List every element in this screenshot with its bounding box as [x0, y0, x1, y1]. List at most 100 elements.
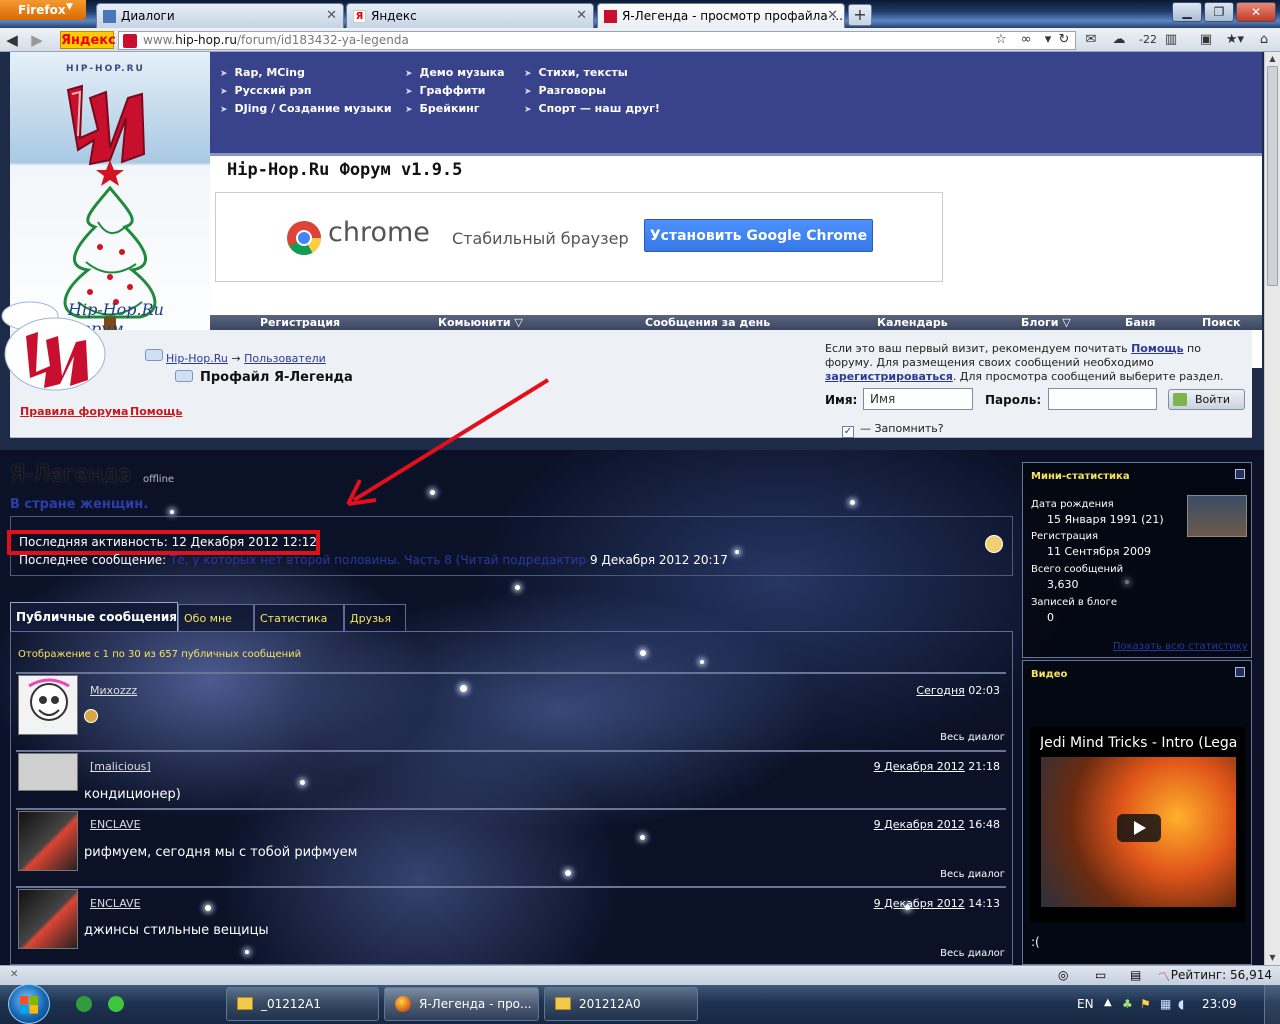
username-input[interactable]: Имя	[863, 388, 973, 410]
resize-icon[interactable]: ✕	[10, 969, 18, 980]
message-date-link[interactable]: 9 Декабря 2012	[874, 818, 965, 831]
scroll-up-icon[interactable]: ▲	[1265, 52, 1280, 66]
message-author[interactable]: ENCLAVE	[90, 897, 141, 910]
login-button[interactable]: Войти	[1168, 389, 1245, 410]
dropdown-icon[interactable]: ▾	[1040, 31, 1056, 48]
globe-icon[interactable]: ◎	[1058, 968, 1068, 982]
glasses-icon[interactable]: ∞	[1015, 31, 1037, 48]
menu-blogs[interactable]: Блоги ▽	[1021, 316, 1071, 329]
message-author[interactable]: [malicious]	[90, 760, 151, 773]
menu-today-posts[interactable]: Сообщения за день	[645, 316, 770, 329]
link-demo-music[interactable]: Демо музыка	[405, 66, 505, 79]
site-identity-icon[interactable]	[123, 34, 137, 48]
collapse-icon[interactable]	[1235, 469, 1245, 479]
link-russian-rap[interactable]: Русский рэп	[220, 84, 312, 97]
yandex-button[interactable]: Яндекс	[60, 31, 116, 49]
back-arrow-icon[interactable]: ◀	[3, 31, 21, 49]
play-icon[interactable]	[1117, 814, 1161, 842]
firefox-menu-button[interactable]: Firefox ▼	[0, 0, 86, 20]
avatar[interactable]	[18, 675, 78, 735]
weather-cloud-icon[interactable]: ☁	[1108, 31, 1130, 48]
link-rap-mcing[interactable]: Rap, MCing	[220, 66, 305, 79]
menu-community[interactable]: Комьюнити ▽	[438, 316, 523, 329]
clock[interactable]: 23:09	[1202, 997, 1237, 1011]
minimize-button[interactable]: ▁	[1172, 2, 1202, 22]
tray-shield-icon[interactable]: ⚑	[1140, 997, 1151, 1011]
notice-help-link[interactable]: Помощь	[1131, 342, 1183, 355]
remember-me[interactable]: ✓ — Запомнить?	[842, 422, 944, 438]
link-talks[interactable]: Разговоры	[524, 84, 607, 97]
skype-icon[interactable]	[76, 996, 92, 1012]
tab-public-messages[interactable]: Публичные сообщения	[10, 602, 178, 631]
language-indicator[interactable]: EN	[1077, 997, 1094, 1011]
tab-statistics[interactable]: Статистика	[254, 604, 344, 631]
addon-icon[interactable]: ▣	[1198, 31, 1214, 48]
scroll-down-icon[interactable]: ▼	[1265, 951, 1280, 965]
bookmark-star-icon[interactable]: ☆	[993, 31, 1009, 48]
link-sport[interactable]: Спорт — наш друг!	[524, 102, 660, 115]
start-button[interactable]	[8, 984, 50, 1024]
close-icon[interactable]: ✕	[827, 8, 838, 23]
bookmarks-menu-icon[interactable]: ★▾	[1224, 31, 1246, 48]
avatar[interactable]	[18, 889, 78, 949]
menu-calendar[interactable]: Календарь	[877, 316, 948, 329]
message-date-link[interactable]: 9 Декабря 2012	[874, 760, 965, 773]
address-bar[interactable]: www.hip-hop.ru/forum/id183432-ya-legenda	[118, 31, 1076, 50]
tray-app-icon[interactable]: ♣	[1122, 997, 1133, 1011]
tab-friends[interactable]: Друзья	[344, 604, 406, 631]
forward-arrow-icon[interactable]: ▶	[28, 31, 46, 49]
new-tab-button[interactable]: +	[848, 4, 872, 26]
tray-expand-icon[interactable]: ▲	[1104, 997, 1112, 1008]
avatar[interactable]	[18, 753, 78, 791]
network-tray-icon[interactable]: ▦	[1160, 997, 1171, 1011]
message-author[interactable]: ENCLAVE	[90, 818, 141, 831]
menu-banya[interactable]: Баня	[1125, 316, 1155, 329]
breadcrumb-home-link[interactable]: Hip-Hop.Ru	[166, 352, 228, 365]
maximize-button[interactable]: ❐	[1204, 2, 1234, 22]
user-photo[interactable]	[1187, 495, 1247, 537]
monitor-icon[interactable]: ▭	[1095, 968, 1106, 982]
link-graffiti[interactable]: Граффити	[405, 84, 486, 97]
tab-profile[interactable]: Я-Легенда - просмотр профайла ... ✕	[597, 3, 845, 28]
close-icon[interactable]: ✕	[326, 8, 337, 23]
show-all-stats-link[interactable]: Показать всю статистику	[1113, 641, 1248, 652]
view-dialog-link[interactable]: Весь диалог	[880, 732, 1005, 743]
home-icon[interactable]: ⌂	[1255, 31, 1273, 48]
network-icon[interactable]: ▥	[1163, 31, 1179, 48]
link-lyrics[interactable]: Стихи, тексты	[524, 66, 628, 79]
menu-search[interactable]: Поиск	[1202, 316, 1240, 329]
mail-icon[interactable]: ✉	[1082, 31, 1100, 48]
message-author[interactable]: Михоzzz	[90, 684, 137, 697]
link-djing[interactable]: DJing / Создание музыки	[220, 102, 392, 115]
page-scrollbar[interactable]: ▲ ▼	[1264, 52, 1280, 965]
taskbar-firefox[interactable]: Я-Легенда - про...	[384, 987, 539, 1021]
avatar[interactable]	[18, 811, 78, 871]
volume-icon[interactable]: ◖	[1178, 997, 1184, 1011]
close-window-button[interactable]: ✕	[1236, 2, 1276, 22]
menu-registration[interactable]: Регистрация	[260, 316, 340, 329]
forum-rules-link[interactable]: Правила форума	[20, 405, 128, 418]
last-message-link[interactable]: Те, у которых нет второй половины. Часть…	[170, 553, 586, 567]
remember-checkbox[interactable]: ✓	[842, 426, 854, 438]
tab-about-me[interactable]: Обо мне	[178, 604, 254, 631]
rating-chart-icon[interactable]: 〽	[1158, 968, 1170, 985]
link-breaking[interactable]: Брейкинг	[405, 102, 480, 115]
help-link[interactable]: Помощь	[130, 405, 182, 418]
message-date-link[interactable]: Сегодня	[916, 684, 964, 697]
tab-yandex[interactable]: Я Яндекс ✕	[346, 3, 594, 28]
scrollbar-thumb[interactable]	[1267, 66, 1278, 286]
breadcrumb-users-link[interactable]: Пользователи	[244, 352, 326, 365]
view-dialog-link[interactable]: Весь диалог	[880, 869, 1005, 880]
tab-dialogs[interactable]: Диалоги ✕	[96, 3, 344, 28]
taskbar-folder-201212a0[interactable]: 201212A0	[544, 987, 698, 1021]
message-date-link[interactable]: 9 Декабря 2012	[874, 897, 965, 910]
close-icon[interactable]: ✕	[576, 8, 587, 23]
reload-icon[interactable]: ↻	[1056, 31, 1072, 48]
view-dialog-link[interactable]: Весь диалог	[880, 948, 1005, 959]
icq-icon[interactable]	[108, 996, 124, 1012]
window-icon[interactable]: ▤	[1130, 968, 1141, 982]
install-chrome-button[interactable]: Установить Google Chrome	[644, 219, 873, 252]
notice-register-link[interactable]: зарегистрироваться	[825, 370, 953, 383]
video-title[interactable]: Jedi Mind Tricks - Intro (Lega	[1040, 735, 1245, 751]
show-desktop-button[interactable]	[1264, 985, 1280, 1024]
